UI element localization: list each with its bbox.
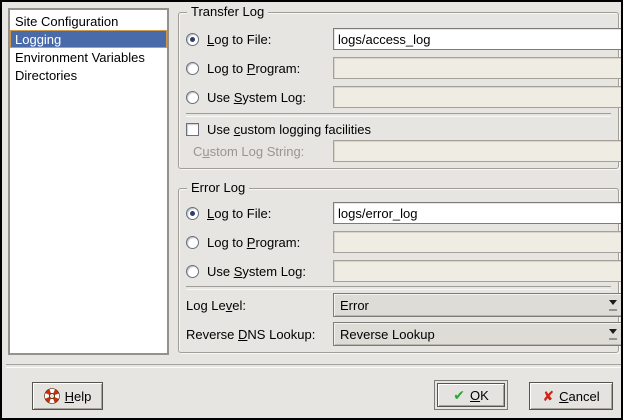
reverse-dns-value: Reverse Lookup (334, 327, 602, 342)
error-log-separator (186, 286, 611, 290)
transfer-use-system-log-radio[interactable] (186, 91, 199, 104)
arrow-down-icon (602, 329, 623, 340)
transfer-log-to-file-radio[interactable] (186, 33, 199, 46)
error-log-group-title: Error Log (187, 180, 249, 196)
transfer-log-to-program-label: Log to Program: (207, 61, 300, 76)
help-button[interactable]: Help (32, 382, 103, 410)
transfer-log-to-program-radio[interactable] (186, 62, 199, 75)
help-button-label: Help (65, 389, 92, 404)
logging-config-dialog: Site Configuration Logging Environment V… (0, 0, 623, 420)
sidebar-item-environment-variables[interactable]: Environment Variables (10, 48, 167, 66)
error-log-group: Error Log Log to File: Log to Program: U… (178, 188, 619, 353)
error-system-log-input[interactable] (333, 260, 623, 282)
custom-log-string-label: Custom Log String: (193, 144, 304, 159)
ok-button-default-ring: ✔ OK (434, 380, 508, 410)
cancel-button-label: Cancel (559, 389, 599, 404)
custom-log-string-input (333, 140, 623, 162)
transfer-log-to-file-row: Log to File: (186, 28, 613, 50)
log-level-value: Error (334, 298, 602, 313)
error-log-to-program-radio[interactable] (186, 236, 199, 249)
error-log-file-input[interactable] (333, 202, 623, 224)
reverse-dns-select[interactable]: Reverse Lookup (333, 322, 623, 346)
reverse-dns-label: Reverse DNS Lookup: (186, 327, 315, 342)
sidebar-item-logging[interactable]: Logging (10, 30, 167, 48)
transfer-system-log-input[interactable] (333, 86, 623, 108)
log-level-row: Log Level: Error (186, 293, 613, 317)
ok-button[interactable]: ✔ OK (437, 383, 505, 407)
transfer-log-group: Transfer Log Log to File: Log to Program… (178, 12, 619, 169)
transfer-log-file-input[interactable] (333, 28, 623, 50)
error-log-to-program-label: Log to Program: (207, 235, 300, 250)
error-log-program-input[interactable] (333, 231, 623, 253)
cancel-button[interactable]: ✘ Cancel (529, 382, 613, 410)
config-section-list: Site Configuration Logging Environment V… (8, 8, 169, 355)
transfer-log-to-program-row: Log to Program: (186, 57, 613, 79)
transfer-log-to-file-label: Log to File: (207, 32, 271, 47)
sidebar-item-site-configuration[interactable]: Site Configuration (10, 12, 167, 30)
transfer-log-group-title: Transfer Log (187, 4, 268, 20)
sidebar-item-directories[interactable]: Directories (10, 66, 167, 84)
custom-facilities-row: Use custom logging facilities (186, 119, 613, 139)
error-log-to-file-row: Log to File: (186, 202, 613, 224)
use-custom-logging-checkbox[interactable] (186, 123, 199, 136)
footer-separator (6, 364, 621, 368)
cross-icon: ✘ (542, 389, 554, 403)
error-use-system-log-label: Use System Log: (207, 264, 306, 279)
error-use-system-log-row: Use System Log: (186, 260, 613, 282)
arrow-down-icon (602, 300, 623, 311)
lifebuoy-icon (44, 388, 60, 404)
transfer-log-program-input[interactable] (333, 57, 623, 79)
error-log-to-program-row: Log to Program: (186, 231, 613, 253)
transfer-use-system-log-row: Use System Log: (186, 86, 613, 108)
reverse-dns-row: Reverse DNS Lookup: Reverse Lookup (186, 322, 613, 346)
transfer-use-system-log-label: Use System Log: (207, 90, 306, 105)
transfer-log-separator (186, 113, 611, 117)
custom-log-string-row: Custom Log String: (186, 140, 613, 162)
log-level-select[interactable]: Error (333, 293, 623, 317)
error-use-system-log-radio[interactable] (186, 265, 199, 278)
ok-button-label: OK (470, 388, 489, 403)
use-custom-logging-label: Use custom logging facilities (207, 122, 371, 137)
log-level-label: Log Level: (186, 298, 246, 313)
error-log-to-file-radio[interactable] (186, 207, 199, 220)
check-icon: ✔ (453, 388, 465, 402)
error-log-to-file-label: Log to File: (207, 206, 271, 221)
